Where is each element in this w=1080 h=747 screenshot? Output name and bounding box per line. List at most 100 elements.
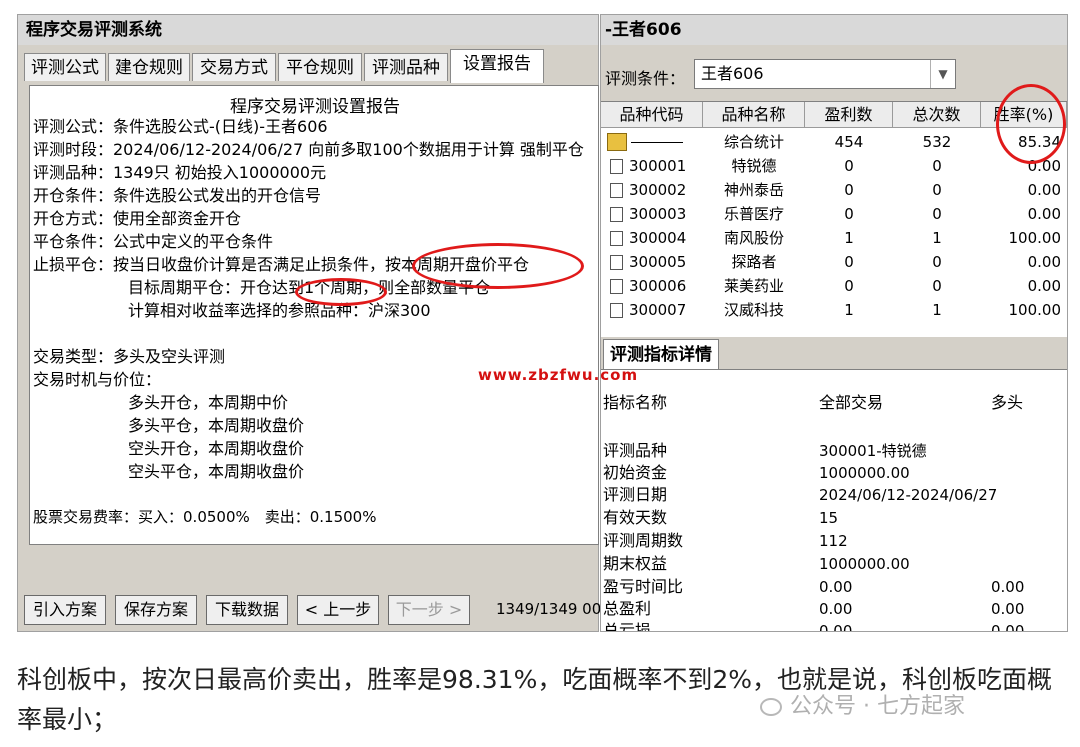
detail-value: 1000000.00 [819,464,910,482]
watermark-url: www.zbzfwu.com [478,366,639,384]
document-icon [610,183,623,198]
tab-close-rules[interactable]: 平仓规则 [278,53,362,81]
wechat-watermark-text: 公众号 · 七方起家 [790,694,965,719]
report-line: 评测公式：条件选股公式-(日线)-王者606 [33,117,328,136]
report-line: 空头开仓，本周期收盘价 [128,439,305,458]
cell-name: 南风股份 [723,229,784,247]
detail-header-long: 多头 [991,393,1024,412]
cell-profit: 1 [844,229,854,247]
detail-header-metric: 指标名称 [603,393,668,412]
report-line: 评测品种：1349只 初始投入1000000元 [33,163,327,182]
cell-name: 探路者 [731,253,777,271]
cell-rate: 100.00 [1008,229,1062,247]
condition-label: 评测条件： [605,69,686,88]
cell-name: 乐普医疗 [723,205,784,223]
detail-value: 300001-特锐德 [819,442,927,460]
column-header-name[interactable]: 品种名称 [703,102,805,128]
progress-text: 1349/1349 00:2 [496,600,616,618]
results-window: -王者606 评测条件： 王者606 ▼ 品种代码 品种名称 盈利数 总次数 胜… [600,14,1068,632]
cell-name: 汉威科技 [723,301,784,319]
report-panel: 程序交易评测设置报告 评测公式：条件选股公式-(日线)-王者606 评测时段：2… [29,85,599,545]
cell-total: 1 [932,301,942,319]
cell-total: 0 [932,205,942,223]
condition-value: 王者606 [701,64,764,83]
tab-trade-mode[interactable]: 交易方式 [192,53,276,81]
cell-profit: 0 [844,253,854,271]
annotation-circle [295,278,387,306]
detail-value-long: 0.00 [991,578,1025,596]
cell-code: 300007 [629,301,687,319]
cell-code: 300002 [629,181,687,199]
import-plan-button[interactable]: 引入方案 [24,595,106,625]
detail-label: 初始资金 [603,463,668,482]
column-header-total[interactable]: 总次数 [893,102,981,128]
chevron-down-icon[interactable]: ▼ [930,60,955,88]
document-icon [610,231,623,246]
report-line: 股票交易费率：买入：0.0500% 卖出：0.1500% [33,508,377,526]
tab-symbols[interactable]: 评测品种 [364,53,448,81]
detail-value: 1000000.00 [819,555,910,573]
tab-open-rules[interactable]: 建仓规则 [108,53,190,81]
report-title: 程序交易评测设置报告 [230,97,400,117]
save-plan-button[interactable]: 保存方案 [115,595,197,625]
report-line: 开仓方式：使用全部资金开仓 [33,209,242,228]
cell-total: 1 [932,229,942,247]
column-header-profit[interactable]: 盈利数 [805,102,893,128]
bottom-toolbar: 引入方案 保存方案 下载数据 < 上一步 下一步 > 1349/1349 00:… [18,575,616,631]
document-icon [610,255,623,270]
previous-step-button[interactable]: < 上一步 [297,595,379,625]
report-line: 多头平仓，本周期收盘价 [128,416,305,435]
tab-formula[interactable]: 评测公式 [24,53,106,81]
detail-value: 112 [819,532,848,550]
cell-rate: 0.00 [1027,181,1061,199]
cell-profit: 0 [844,157,854,175]
document-icon [610,159,623,174]
wechat-watermark: 公众号 · 七方起家 [760,688,965,720]
report-line: 多头开仓，本周期中价 [128,393,289,412]
cell-code: 300005 [629,253,687,271]
detail-label: 总盈利 [603,599,652,618]
cell-rate: 0.00 [1027,205,1061,223]
report-line: 平仓条件：公式中定义的平仓条件 [33,232,274,251]
tab-report[interactable]: 设置报告 [450,49,544,83]
cell-name: 莱美药业 [723,277,784,295]
download-data-button[interactable]: 下载数据 [206,595,288,625]
detail-value-long: 0.00 [991,600,1025,618]
wechat-icon [760,698,782,716]
cell-code: 300001 [629,157,687,175]
summary-dash [631,142,683,143]
detail-label: 评测日期 [603,485,668,504]
detail-value: 2024/06/12-2024/06/27 [819,486,998,504]
annotation-circle [996,84,1066,164]
document-icon [610,303,623,318]
detail-label: 盈亏时间比 [603,577,684,596]
cell-profit: 0 [844,205,854,223]
report-line: 交易类型：多头及空头评测 [33,347,226,366]
window-title: -王者606 [601,15,1067,45]
report-line: 评测时段：2024/06/12-2024/06/27 向前多取100个数据用于计… [33,140,584,159]
document-icon [610,279,623,294]
cell-rate: 0.00 [1027,277,1061,295]
detail-label: 评测周期数 [603,531,684,550]
cell-profit: 1 [844,301,854,319]
cell-profit: 454 [834,133,864,151]
cell-total: 0 [932,157,942,175]
report-line: 计算相对收益率选择的参照品种：沪深300 [128,301,431,320]
cell-total: 0 [932,253,942,271]
annotation-circle [412,243,584,289]
cell-name: 综合统计 [723,133,784,151]
detail-value: 0.00 [819,578,853,596]
detail-label: 有效天数 [603,508,668,527]
detail-label: 总亏损 [603,621,652,631]
cell-name: 特锐德 [731,157,777,175]
detail-value: 15 [819,509,839,527]
cell-rate: 100.00 [1008,301,1062,319]
cell-code: 300004 [629,229,687,247]
next-step-button[interactable]: 下一步 > [388,595,470,625]
cell-profit: 0 [844,277,854,295]
report-line: 交易时机与价位： [33,370,162,389]
condition-select[interactable]: 王者606 ▼ [694,59,956,89]
detail-value: 0.00 [819,622,853,631]
detail-label: 评测品种 [603,441,668,460]
column-header-code[interactable]: 品种代码 [601,102,703,128]
